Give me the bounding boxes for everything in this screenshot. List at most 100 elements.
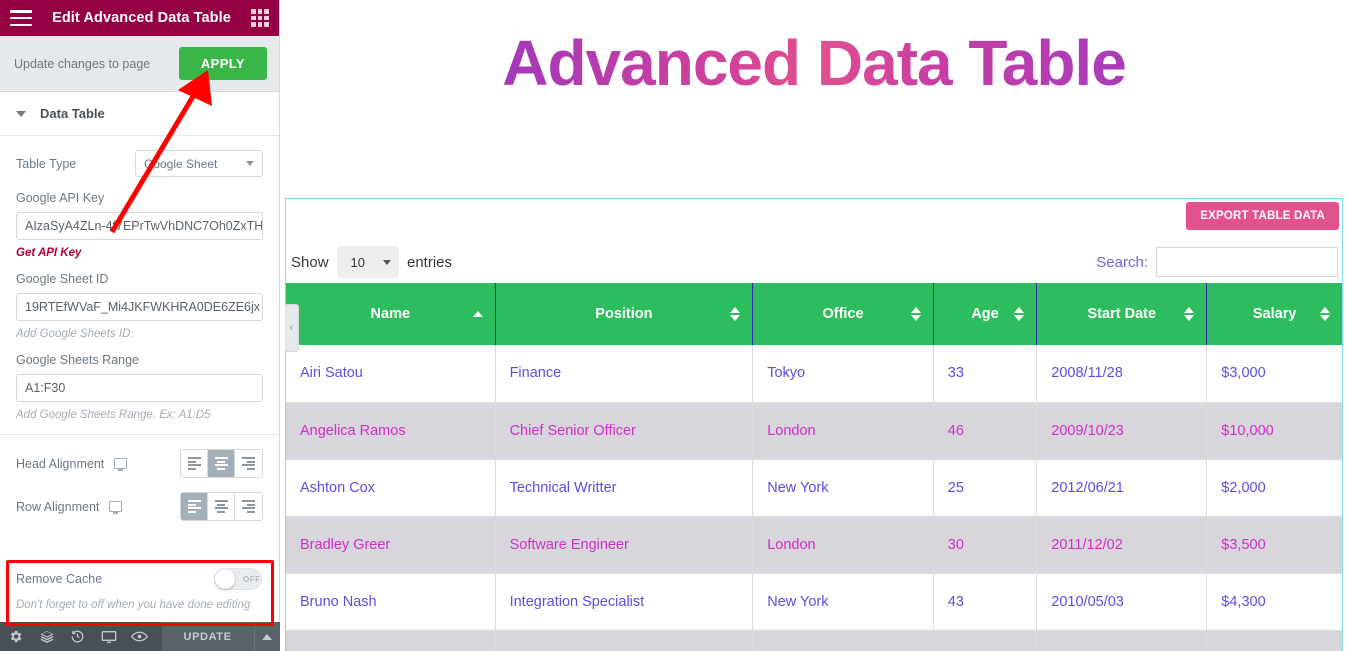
chevron-down-icon xyxy=(16,110,26,117)
column-header-position[interactable]: Position xyxy=(495,283,754,345)
sheet-id-input[interactable]: 19RTEfWVaF_Mi4JKFWKHRA0DE6ZE6jx xyxy=(16,293,263,321)
cell-name xyxy=(286,630,496,651)
head-alignment-text: Head Alignment xyxy=(16,456,105,471)
cell-age: 33 xyxy=(933,345,1038,403)
cell-start-date xyxy=(1036,630,1208,651)
search-label: Search: xyxy=(1096,253,1148,271)
column-header-salary[interactable]: Salary xyxy=(1206,283,1342,345)
head-alignment-group xyxy=(180,449,263,478)
sheet-id-hint: Add Google Sheets ID. xyxy=(16,328,134,340)
toggle-knob xyxy=(215,569,235,589)
table-row: Ashton Cox Technical Writter New York 25… xyxy=(286,459,1342,517)
show-entries-suffix: entries xyxy=(407,253,453,271)
cell-position: Finance xyxy=(495,345,754,403)
sort-both-icon xyxy=(730,307,741,321)
remove-cache-toggle[interactable]: OFF xyxy=(214,568,262,590)
section-header-data-table[interactable]: Data Table xyxy=(0,92,279,136)
head-align-left-button[interactable] xyxy=(181,450,208,477)
cell-office: New York xyxy=(752,459,934,517)
chevron-down-icon xyxy=(246,161,254,166)
table-row: Bruno Nash Integration Specialist New Yo… xyxy=(286,573,1342,631)
update-options-caret-icon[interactable] xyxy=(253,622,281,651)
panel-body: Table Type Google Sheet Google API Key A… xyxy=(0,136,279,521)
table-type-select[interactable]: Google Sheet xyxy=(135,150,263,177)
table-row: Bradley Greer Software Engineer London 3… xyxy=(286,516,1342,574)
hamburger-icon[interactable] xyxy=(10,10,32,26)
cell-salary: $10,000 xyxy=(1206,402,1342,460)
responsive-monitor-icon[interactable] xyxy=(113,457,127,471)
export-row: EXPORT TABLE DATA xyxy=(286,199,1342,241)
cell-position: Chief Senior Officer xyxy=(495,402,754,460)
update-button[interactable]: UPDATE xyxy=(161,622,254,651)
cell-salary: $2,000 xyxy=(1206,459,1342,517)
search-control: Search: xyxy=(1096,247,1338,277)
column-header-office[interactable]: Office xyxy=(752,283,934,345)
responsive-monitor-icon[interactable] xyxy=(108,500,122,514)
cell-salary xyxy=(1206,630,1342,651)
cell-office: London xyxy=(752,516,934,574)
layers-icon[interactable] xyxy=(31,622,62,651)
panel-title: Edit Advanced Data Table xyxy=(52,10,231,26)
panel-collapse-tab[interactable]: ‹ xyxy=(285,304,299,352)
cell-salary: $3,000 xyxy=(1206,345,1342,403)
row-align-right-button[interactable] xyxy=(235,493,262,520)
page-canvas: Advanced Data Table ‹ EXPORT TABLE DATA … xyxy=(280,0,1348,651)
cell-salary: $4,300 xyxy=(1206,573,1342,631)
sheets-range-label: Google Sheets Range xyxy=(16,353,140,367)
table-type-label: Table Type xyxy=(16,156,77,171)
api-key-input[interactable]: AIzaSyA4ZLn-4f7EPrTwVhDNC7Oh0ZxTH xyxy=(16,212,263,240)
entries-per-page-select[interactable]: 10 xyxy=(336,246,399,278)
preview-eye-icon[interactable] xyxy=(124,622,155,651)
cell-start-date: 2008/11/28 xyxy=(1036,345,1208,403)
row-align-center-button[interactable] xyxy=(208,493,235,520)
head-alignment-label: Head Alignment xyxy=(16,457,127,471)
cell-name: Angelica Ramos xyxy=(286,402,496,460)
entries-per-page-value: 10 xyxy=(350,254,365,270)
cell-start-date: 2011/12/02 xyxy=(1036,516,1208,574)
responsive-icon[interactable] xyxy=(93,622,124,651)
cell-start-date: 2010/05/03 xyxy=(1036,573,1208,631)
row-alignment-label: Row Alignment xyxy=(16,500,122,514)
table-row xyxy=(286,630,1342,651)
column-header-label: Position xyxy=(595,306,653,322)
get-api-key-link[interactable]: Get API Key xyxy=(16,247,263,259)
column-header-label: Start Date xyxy=(1087,306,1157,322)
head-align-right-button[interactable] xyxy=(235,450,262,477)
column-header-age[interactable]: Age xyxy=(933,283,1038,345)
column-header-label: Age xyxy=(971,306,999,322)
column-header-label: Office xyxy=(822,306,864,322)
section-header-label: Data Table xyxy=(40,106,105,121)
api-key-label: Google API Key xyxy=(16,191,105,205)
chevron-left-icon: ‹ xyxy=(289,322,294,334)
cell-start-date: 2012/06/21 xyxy=(1036,459,1208,517)
cell-age: 46 xyxy=(933,402,1038,460)
cell-age xyxy=(933,630,1038,651)
sheets-range-hint: Add Google Sheets Range. Ex: A1:D5 xyxy=(16,409,211,421)
history-icon[interactable] xyxy=(62,622,93,651)
data-table-body: Airi Satou Finance Tokyo 33 2008/11/28 $… xyxy=(286,345,1342,651)
column-header-label: Salary xyxy=(1252,306,1297,322)
cell-name: Bruno Nash xyxy=(286,573,496,631)
grid-apps-icon[interactable] xyxy=(251,9,269,27)
sheets-range-input[interactable]: A1:F30 xyxy=(16,374,263,402)
head-align-center-button[interactable] xyxy=(208,450,235,477)
row-align-left-button[interactable] xyxy=(181,493,208,520)
table-type-value: Google Sheet xyxy=(144,156,218,171)
panel-header: Edit Advanced Data Table xyxy=(0,0,279,36)
table-controls-row: Show 10 entries Search: xyxy=(286,241,1342,283)
column-header-name[interactable]: Name xyxy=(286,283,496,345)
cell-age: 43 xyxy=(933,573,1038,631)
panel-divider xyxy=(0,434,279,435)
sort-ascending-icon xyxy=(472,311,483,317)
apply-bar-text: Update changes to page xyxy=(14,56,151,71)
remove-cache-label: Remove Cache xyxy=(16,572,103,586)
search-input[interactable] xyxy=(1156,247,1338,277)
remove-cache-section: Remove Cache OFF Don't forget to off whe… xyxy=(16,568,262,624)
gear-icon[interactable] xyxy=(0,622,31,651)
apply-button[interactable]: APPLY xyxy=(178,47,267,80)
export-table-data-button[interactable]: EXPORT TABLE DATA xyxy=(1186,202,1339,230)
data-table-widget: ‹ EXPORT TABLE DATA Show 10 entries Sear… xyxy=(285,198,1343,651)
column-header-start-date[interactable]: Start Date xyxy=(1036,283,1208,345)
cell-name: Ashton Cox xyxy=(286,459,496,517)
row-alignment-group xyxy=(180,492,263,521)
